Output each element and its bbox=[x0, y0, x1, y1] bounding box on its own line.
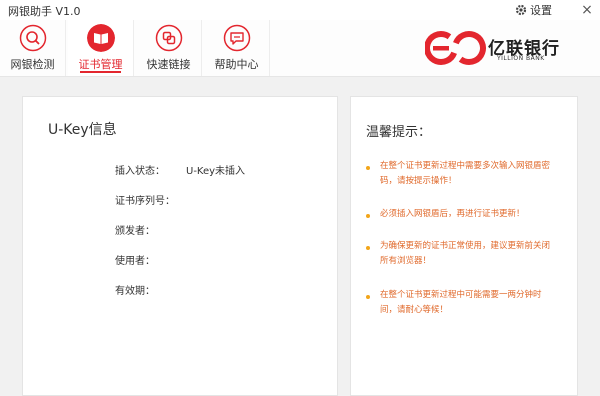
book-icon bbox=[87, 24, 115, 52]
bank-name-en: YILLION BANK bbox=[497, 55, 545, 62]
tips-title: 温馨提示： bbox=[366, 125, 432, 140]
link-icon bbox=[155, 24, 183, 52]
bullet-icon bbox=[366, 166, 370, 170]
bullet-icon bbox=[366, 295, 370, 299]
gear-icon bbox=[515, 4, 527, 16]
chat-icon bbox=[223, 24, 251, 52]
bullet-icon bbox=[366, 214, 370, 218]
tab-help-center[interactable]: 帮助中心 bbox=[204, 20, 270, 76]
cert-serial-label: 证书序列号： bbox=[115, 196, 175, 207]
tip-line: 间，请耐心等候！ bbox=[380, 305, 449, 315]
tip-line: 必须插入网银盾后，再进行证书更新！ bbox=[380, 209, 525, 219]
tip-item: 在整个证书更新过程中可能需要一两分钟时 间，请耐心等候！ bbox=[380, 288, 565, 318]
tip-item: 为确保更新的证书正常使用，建议更新前关闭 所有浏览器！ bbox=[380, 239, 565, 269]
settings-button[interactable]: 设置 bbox=[515, 2, 552, 18]
tab-cert-manage[interactable]: 证书管理 bbox=[68, 20, 134, 76]
tab-quick-links[interactable]: 快速链接 bbox=[136, 20, 202, 76]
app-title: 网银助手 V1.0 bbox=[8, 5, 81, 18]
tip-line: 为确保更新的证书正常使用，建议更新前关闭 bbox=[380, 241, 551, 251]
title-bar: 网银助手 V1.0 设置 × bbox=[0, 0, 600, 21]
tab-label: 快速链接 bbox=[146, 58, 191, 71]
tip-line: 所有浏览器！ bbox=[380, 256, 432, 266]
ukey-info-panel: U-Key信息 插入状态： U-Key未插入 证书序列号： 颁发者： 使用者： … bbox=[22, 96, 338, 396]
insert-status-value: U-Key未插入 bbox=[186, 166, 246, 177]
tab-bank-check[interactable]: 网银检测 bbox=[0, 20, 66, 76]
tip-item: 必须插入网银盾后，再进行证书更新！ bbox=[380, 207, 565, 222]
validity-label: 有效期： bbox=[115, 286, 155, 297]
tip-line: 在整个证书更新过程中需要多次输入网银盾密 bbox=[380, 161, 551, 171]
ukey-title: U-Key信息 bbox=[48, 122, 117, 138]
close-button[interactable]: × bbox=[578, 0, 596, 20]
tab-label: 帮助中心 bbox=[214, 58, 259, 71]
user-label: 使用者： bbox=[115, 256, 155, 267]
tip-item: 在整个证书更新过程中需要多次输入网银盾密 码，请按提示操作！ bbox=[380, 159, 565, 189]
bullet-icon bbox=[366, 246, 370, 250]
tips-panel: 温馨提示： 在整个证书更新过程中需要多次输入网银盾密 码，请按提示操作！ 必须插… bbox=[350, 96, 578, 396]
issuer-label: 颁发者： bbox=[115, 226, 155, 237]
tab-label: 证书管理 bbox=[78, 58, 123, 71]
tip-line: 码，请按提示操作！ bbox=[380, 176, 457, 186]
search-icon bbox=[19, 24, 47, 52]
settings-label: 设置 bbox=[530, 4, 552, 17]
tip-line: 在整个证书更新过程中可能需要一两分钟时 bbox=[380, 290, 542, 300]
tab-label: 网银检测 bbox=[10, 58, 55, 71]
insert-status-label: 插入状态： bbox=[115, 166, 165, 177]
